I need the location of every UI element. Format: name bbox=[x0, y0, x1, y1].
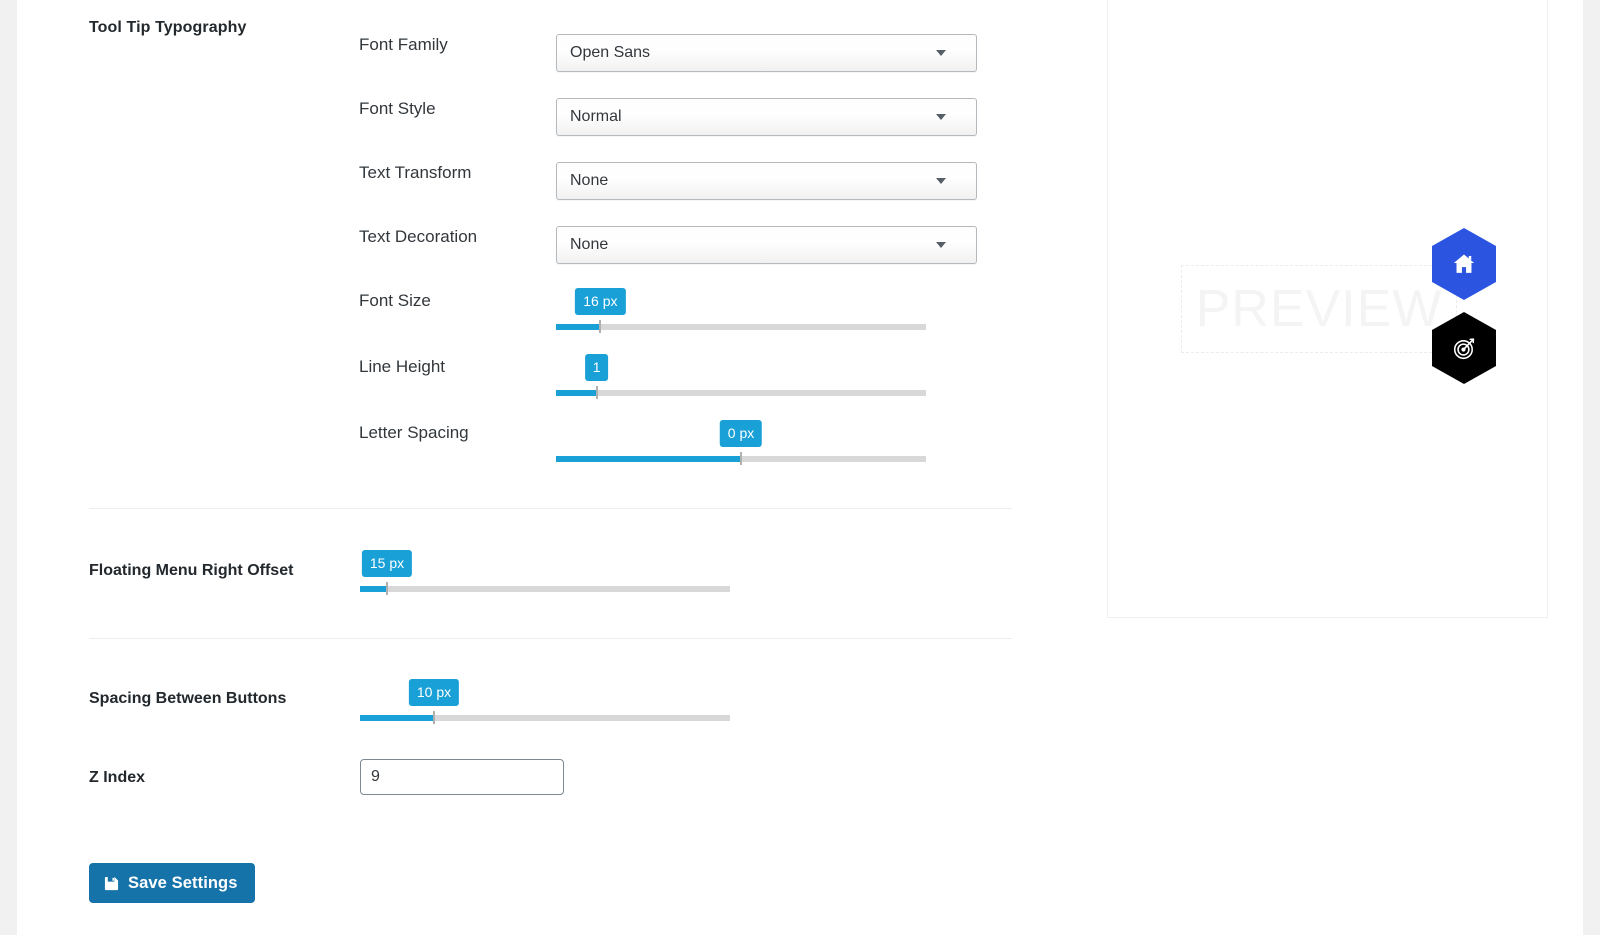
slider-font-size[interactable]: 16 px bbox=[556, 288, 926, 333]
chevron-down-icon bbox=[936, 114, 946, 120]
chevron-down-icon bbox=[936, 50, 946, 56]
label-font-family: Font Family bbox=[359, 35, 448, 54]
chevron-down-icon bbox=[936, 242, 946, 248]
section-title-tooltip-typography: Tool Tip Typography bbox=[89, 19, 247, 36]
slider-floating-menu-right-offset-track[interactable] bbox=[360, 582, 730, 595]
slider-line-height-track[interactable] bbox=[556, 386, 926, 399]
slider-font-size-track[interactable] bbox=[556, 320, 926, 333]
label-floating-menu-right-offset: Floating Menu Right Offset bbox=[89, 562, 294, 579]
select-text-decoration[interactable]: None bbox=[556, 226, 977, 264]
target-icon bbox=[1453, 337, 1474, 359]
slider-letter-spacing-fill bbox=[556, 456, 741, 462]
slider-spacing-between-buttons-value: 10 px bbox=[408, 679, 460, 706]
divider bbox=[89, 638, 1012, 639]
select-text-transform[interactable]: None bbox=[556, 162, 977, 200]
preview-watermark-text: PREVIEW bbox=[1195, 280, 1443, 338]
slider-letter-spacing-track[interactable] bbox=[556, 452, 926, 465]
floating-button-target[interactable] bbox=[1432, 312, 1496, 384]
slider-floating-menu-right-offset-handle[interactable] bbox=[386, 582, 388, 595]
input-z-index[interactable]: 9 bbox=[360, 759, 564, 795]
label-font-style: Font Style bbox=[359, 99, 436, 118]
label-z-index: Z Index bbox=[89, 769, 146, 786]
slider-line-height-fill bbox=[556, 390, 597, 396]
input-z-index-value: 9 bbox=[371, 768, 380, 785]
select-font-family-value: Open Sans bbox=[570, 44, 651, 61]
divider bbox=[89, 508, 1012, 509]
label-text-decoration: Text Decoration bbox=[359, 227, 478, 246]
chevron-down-icon bbox=[936, 178, 946, 184]
select-text-decoration-value: None bbox=[570, 236, 609, 253]
slider-font-size-fill bbox=[556, 324, 601, 330]
slider-letter-spacing-handle[interactable] bbox=[740, 452, 742, 465]
label-letter-spacing: Letter Spacing bbox=[359, 423, 469, 442]
floating-button-home[interactable] bbox=[1432, 228, 1496, 300]
label-line-height: Line Height bbox=[359, 357, 446, 376]
slider-floating-menu-right-offset[interactable]: 15 px bbox=[360, 550, 730, 595]
settings-column: Tool Tip Typography Font Family Open San… bbox=[72, 0, 1057, 935]
select-font-family[interactable]: Open Sans bbox=[556, 34, 977, 72]
floating-menu-preview bbox=[1432, 228, 1502, 384]
slider-spacing-between-buttons-handle[interactable] bbox=[433, 711, 435, 724]
home-icon bbox=[1453, 254, 1475, 273]
slider-font-size-value: 16 px bbox=[575, 288, 626, 315]
select-text-transform-value: None bbox=[570, 172, 609, 189]
preview-panel: PREVIEW bbox=[1107, 0, 1548, 618]
slider-line-height-handle[interactable] bbox=[595, 386, 598, 399]
slider-floating-menu-right-offset-value: 15 px bbox=[361, 550, 413, 577]
content-sheet: Tool Tip Typography Font Family Open San… bbox=[17, 0, 1583, 935]
settings-page: Tool Tip Typography Font Family Open San… bbox=[0, 0, 1600, 935]
slider-letter-spacing[interactable]: 0 px bbox=[556, 420, 926, 465]
slider-font-size-handle[interactable] bbox=[599, 320, 602, 333]
select-font-style[interactable]: Normal bbox=[556, 98, 977, 136]
label-spacing-between-buttons: Spacing Between Buttons bbox=[89, 690, 287, 707]
label-text-transform: Text Transform bbox=[359, 163, 472, 182]
save-settings-label: Save Settings bbox=[128, 873, 238, 892]
right-gutter bbox=[1583, 0, 1600, 935]
preview-placeholder-box: PREVIEW bbox=[1181, 265, 1457, 353]
select-font-style-value: Normal bbox=[570, 108, 622, 125]
left-gutter bbox=[0, 0, 17, 935]
slider-letter-spacing-value: 0 px bbox=[719, 420, 763, 447]
slider-spacing-between-buttons-fill bbox=[360, 715, 434, 721]
slider-line-height-value: 1 bbox=[584, 354, 609, 381]
slider-line-height[interactable]: 1 bbox=[556, 354, 926, 399]
slider-spacing-between-buttons-track[interactable] bbox=[360, 711, 730, 724]
slider-floating-menu-right-offset-fill bbox=[360, 586, 387, 592]
save-settings-button[interactable]: Save Settings bbox=[89, 863, 255, 903]
slider-spacing-between-buttons[interactable]: 10 px bbox=[360, 679, 730, 724]
save-floppy-icon bbox=[104, 876, 119, 890]
label-font-size: Font Size bbox=[359, 291, 431, 310]
